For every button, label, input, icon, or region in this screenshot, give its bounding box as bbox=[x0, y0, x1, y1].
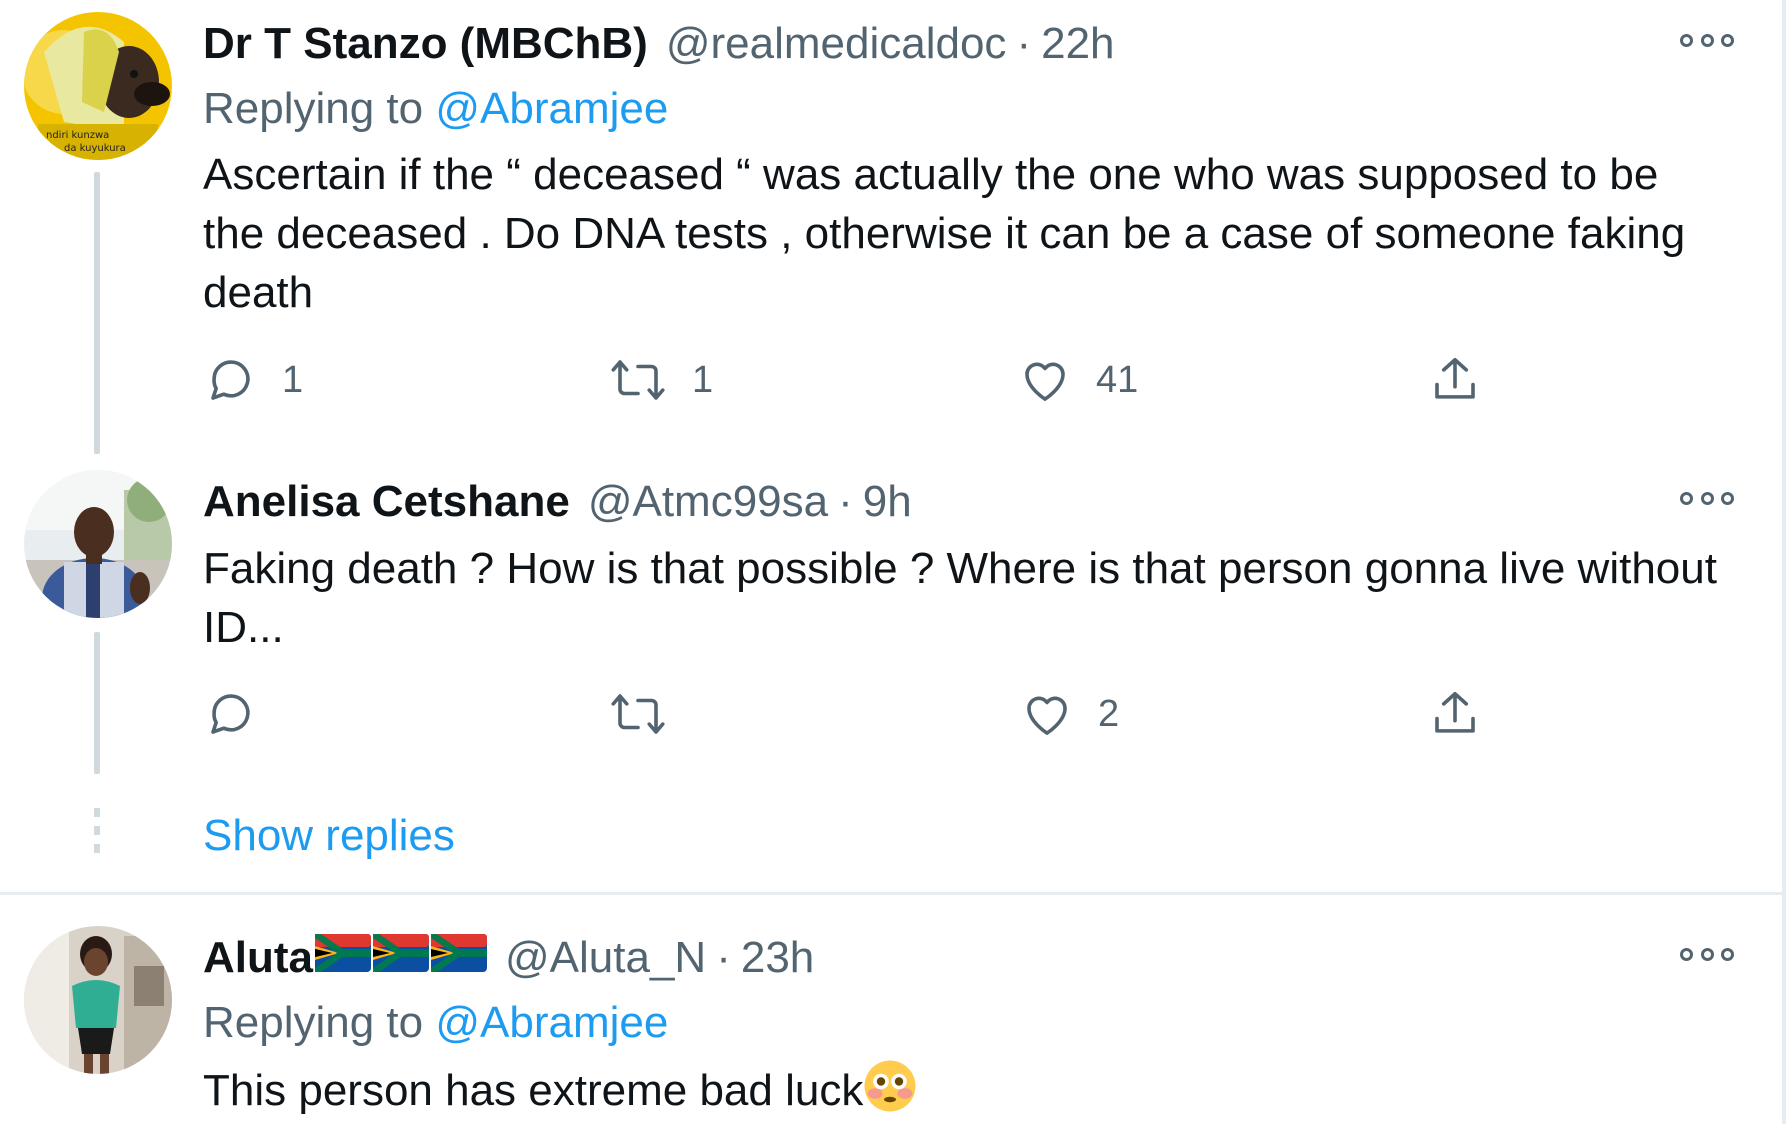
like-button[interactable]: 2 bbox=[1020, 684, 1119, 744]
more-icon bbox=[1680, 491, 1693, 505]
tweet-timestamp[interactable]: 9h bbox=[863, 474, 912, 530]
author-handle[interactable]: @Aluta_N bbox=[505, 930, 706, 986]
header-separator: · bbox=[838, 477, 853, 526]
more-replies-dots bbox=[94, 808, 100, 854]
tweet-text: Ascertain if the “ deceased “ was actual… bbox=[203, 150, 1686, 317]
retweet-icon bbox=[611, 694, 665, 734]
header-separator: · bbox=[1016, 19, 1032, 68]
retweet-button[interactable]: 1 bbox=[608, 350, 713, 410]
show-replies-link[interactable]: Show replies bbox=[203, 808, 455, 864]
tweet-text: This person has extreme bad luck bbox=[203, 1059, 1723, 1120]
like-count: 41 bbox=[1096, 358, 1139, 401]
author-handle[interactable]: @Atmc99sa bbox=[588, 474, 828, 530]
more-options-button[interactable] bbox=[1680, 30, 1734, 50]
south-africa-flag-icon bbox=[431, 934, 487, 972]
share-button[interactable] bbox=[1428, 350, 1482, 410]
tweet-timestamp[interactable]: 22h bbox=[1041, 16, 1114, 72]
author-name[interactable]: Dr T Stanzo (MBChB) bbox=[203, 16, 648, 72]
avatar-caption: ndiri kunzwa bbox=[46, 130, 109, 141]
more-options-button[interactable] bbox=[1680, 944, 1734, 964]
tweet-header: Anelisa Cetshane @Atmc99sa · 9h bbox=[203, 474, 912, 530]
tweet-header: Dr T Stanzo (MBChB) @realmedicaldoc · 22… bbox=[203, 16, 1115, 72]
thread-connector-line bbox=[94, 632, 100, 774]
mention-link[interactable]: @Abramjee bbox=[435, 84, 668, 133]
reply-button[interactable]: 1 bbox=[204, 350, 303, 410]
like-button[interactable]: 41 bbox=[1018, 350, 1138, 410]
retweet-button[interactable] bbox=[608, 684, 692, 744]
thread-divider bbox=[0, 892, 1782, 895]
replying-prefix: Replying to bbox=[203, 998, 436, 1047]
author-name[interactable]: Anelisa Cetshane bbox=[203, 474, 570, 530]
share-icon bbox=[1435, 357, 1475, 399]
more-icon bbox=[1680, 947, 1693, 961]
tweet-thread: ndiri kunzwa da kuyukura Dr T Stanzo (MB… bbox=[0, 0, 1786, 1124]
header-separator: · bbox=[716, 933, 731, 982]
replying-to: Replying to @Abramjee bbox=[203, 81, 668, 137]
tweet-header: Aluta @Aluta_N · 23h bbox=[203, 930, 814, 986]
author-name[interactable]: Aluta bbox=[203, 930, 313, 986]
avatar-realmedicaldoc[interactable]: ndiri kunzwa da kuyukura bbox=[24, 12, 172, 160]
avatar-aluta-n[interactable] bbox=[24, 926, 172, 1074]
south-africa-flag-icon bbox=[315, 934, 371, 972]
tweet-text: Faking death ? How is that possible ? Wh… bbox=[203, 544, 1717, 652]
share-icon bbox=[1435, 691, 1475, 733]
tweet-text-content: This person has extreme bad luck bbox=[203, 1066, 864, 1115]
like-icon bbox=[1027, 696, 1067, 735]
more-options-button[interactable] bbox=[1680, 488, 1734, 508]
flushed-face-emoji-icon bbox=[864, 1060, 916, 1112]
tweet-timestamp[interactable]: 23h bbox=[741, 930, 814, 986]
retweet-icon bbox=[611, 360, 665, 400]
mention-link[interactable]: @Abramjee bbox=[435, 998, 668, 1047]
like-count: 2 bbox=[1098, 692, 1120, 735]
reply-icon bbox=[211, 694, 250, 734]
column-border bbox=[1782, 0, 1786, 1124]
replying-prefix: Replying to bbox=[203, 84, 436, 133]
reply-button[interactable] bbox=[204, 684, 282, 744]
reply-icon bbox=[211, 360, 250, 400]
thread-connector-line bbox=[94, 172, 100, 454]
more-icon bbox=[1680, 33, 1693, 47]
share-button[interactable] bbox=[1428, 684, 1482, 744]
retweet-count: 1 bbox=[692, 358, 714, 401]
avatar-atmc99sa[interactable] bbox=[24, 470, 172, 618]
author-handle[interactable]: @realmedicaldoc bbox=[666, 16, 1007, 72]
replying-to: Replying to @Abramjee bbox=[203, 995, 668, 1051]
avatar-caption: da kuyukura bbox=[64, 143, 126, 154]
south-africa-flag-icon bbox=[373, 934, 429, 972]
reply-count: 1 bbox=[282, 358, 304, 401]
like-icon bbox=[1025, 362, 1065, 401]
